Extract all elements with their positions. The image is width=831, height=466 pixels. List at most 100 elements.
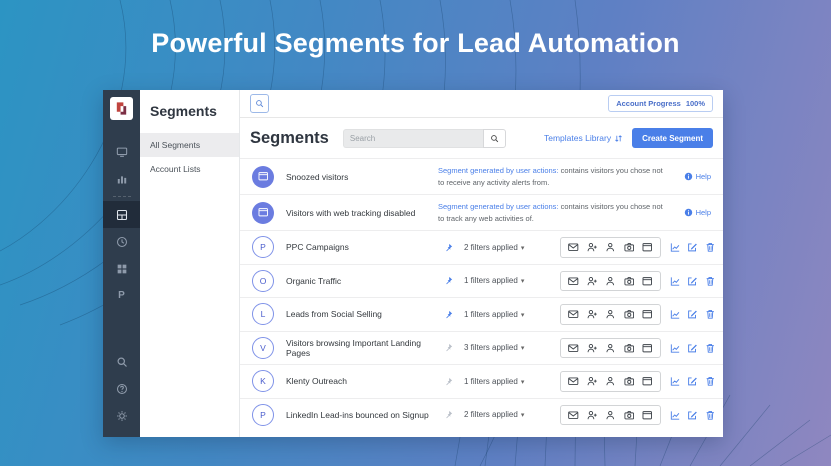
delete-icon[interactable] <box>705 410 716 421</box>
edit-icon[interactable] <box>687 276 698 287</box>
segment-search-submit-button[interactable] <box>482 128 506 148</box>
rail-help-icon[interactable] <box>103 375 140 402</box>
nav-item-account-lists[interactable]: Account Lists <box>140 157 239 181</box>
analytics-icon[interactable] <box>670 276 681 287</box>
analytics-icon[interactable] <box>670 309 681 320</box>
app-logo[interactable] <box>110 97 133 120</box>
nav-panel-title: Segments <box>150 103 217 119</box>
delete-icon[interactable] <box>705 376 716 387</box>
global-search-button[interactable] <box>250 94 269 113</box>
email-icon[interactable] <box>568 376 579 387</box>
window-icon[interactable] <box>642 309 653 320</box>
window-icon[interactable] <box>642 242 653 253</box>
person-icon[interactable] <box>605 242 616 253</box>
delete-icon[interactable] <box>705 276 716 287</box>
delete-icon[interactable] <box>705 343 716 354</box>
pin-icon[interactable] <box>438 343 458 352</box>
edit-icon[interactable] <box>687 410 698 421</box>
window-icon[interactable] <box>642 410 653 421</box>
add-person-icon[interactable] <box>587 242 598 253</box>
email-icon[interactable] <box>568 309 579 320</box>
person-icon[interactable] <box>605 376 616 387</box>
person-icon[interactable] <box>605 309 616 320</box>
person-icon[interactable] <box>605 410 616 421</box>
segment-name: LinkedIn Lead-ins bounced on Signup <box>286 409 429 420</box>
filters-dropdown[interactable]: 2 filters applied ▾ <box>464 243 560 252</box>
filters-dropdown[interactable]: 3 filters applied ▾ <box>464 343 560 352</box>
camera-icon[interactable] <box>624 410 635 421</box>
edit-icon[interactable] <box>687 309 698 320</box>
help-link[interactable]: Help <box>684 172 711 181</box>
segment-row[interactable]: P PPC Campaigns 2 filters applied ▾ <box>240 230 723 264</box>
filters-dropdown[interactable]: 1 filters applied ▾ <box>464 276 560 285</box>
system-segment-row[interactable]: Visitors with web tracking disabled Segm… <box>240 194 723 230</box>
segment-row[interactable]: O Organic Traffic 1 filters applied ▾ <box>240 263 723 298</box>
segment-initial-badge: K <box>252 370 274 393</box>
segments-list: Snoozed visitors Segment generated by us… <box>240 158 723 437</box>
email-icon[interactable] <box>568 343 579 354</box>
edit-icon[interactable] <box>687 242 698 253</box>
add-person-icon[interactable] <box>587 276 598 287</box>
help-link[interactable]: Help <box>684 208 711 217</box>
camera-icon[interactable] <box>624 343 635 354</box>
add-person-icon[interactable] <box>587 376 598 387</box>
rail-p-item[interactable]: P <box>103 282 140 309</box>
create-segment-button[interactable]: Create Segment <box>632 128 713 148</box>
camera-icon[interactable] <box>624 376 635 387</box>
add-person-icon[interactable] <box>587 309 598 320</box>
segment-row[interactable]: K Klenty Outreach 1 filters applied ▾ <box>240 364 723 398</box>
person-icon[interactable] <box>605 343 616 354</box>
analytics-icon[interactable] <box>670 376 681 387</box>
pin-icon[interactable] <box>438 410 458 419</box>
camera-icon[interactable] <box>624 276 635 287</box>
rail-apps-icon[interactable] <box>103 255 140 282</box>
pin-icon[interactable] <box>438 310 458 319</box>
segment-row[interactable]: L Leads from Social Selling 1 filters ap… <box>240 297 723 331</box>
pin-icon[interactable] <box>438 377 458 386</box>
rail-reports-icon[interactable] <box>103 165 140 192</box>
rail-settings-icon[interactable] <box>103 402 140 429</box>
rail-search-icon[interactable] <box>103 348 140 375</box>
email-icon[interactable] <box>568 410 579 421</box>
web-tracking-disabled-icon <box>252 201 274 224</box>
rail-segments-icon[interactable] <box>103 201 140 228</box>
add-person-icon[interactable] <box>587 410 598 421</box>
account-progress-badge[interactable]: Account Progress 100% <box>608 95 713 112</box>
analytics-icon[interactable] <box>670 242 681 253</box>
analytics-icon[interactable] <box>670 343 681 354</box>
pin-icon[interactable] <box>438 243 458 252</box>
window-icon[interactable] <box>642 343 653 354</box>
camera-icon[interactable] <box>624 309 635 320</box>
segments-nav-panel: Segments All Segments Account Lists <box>140 90 240 437</box>
rail-history-icon[interactable] <box>103 228 140 255</box>
edit-icon[interactable] <box>687 343 698 354</box>
delete-icon[interactable] <box>705 242 716 253</box>
window-icon[interactable] <box>642 276 653 287</box>
camera-icon[interactable] <box>624 242 635 253</box>
pin-icon[interactable] <box>438 276 458 285</box>
window-icon[interactable] <box>642 376 653 387</box>
system-segment-row[interactable]: Snoozed visitors Segment generated by us… <box>240 158 723 194</box>
person-icon[interactable] <box>605 276 616 287</box>
row-actions <box>560 404 716 425</box>
filters-dropdown[interactable]: 2 filters applied ▾ <box>464 410 560 419</box>
email-icon[interactable] <box>568 242 579 253</box>
analytics-icon[interactable] <box>670 410 681 421</box>
email-icon[interactable] <box>568 276 579 287</box>
action-group <box>560 337 661 358</box>
blue-actions <box>670 343 716 354</box>
segment-row[interactable]: P LinkedIn Lead-ins bounced on Signup 2 … <box>240 397 723 432</box>
delete-icon[interactable] <box>705 309 716 320</box>
rail-screen-icon[interactable] <box>103 138 140 165</box>
segment-row[interactable]: V Visitors browsing Important Landing Pa… <box>240 330 723 365</box>
edit-icon[interactable] <box>687 376 698 387</box>
rail-divider <box>112 196 131 197</box>
row-actions <box>560 304 715 325</box>
filters-dropdown[interactable]: 1 filters applied ▾ <box>464 310 560 319</box>
blue-actions <box>670 276 716 287</box>
nav-item-all-segments[interactable]: All Segments <box>140 133 239 157</box>
filters-dropdown[interactable]: 1 filters applied ▾ <box>464 377 560 386</box>
segment-search-input[interactable] <box>342 128 483 148</box>
add-person-icon[interactable] <box>587 343 598 354</box>
templates-library-link[interactable]: Templates Library <box>544 133 623 143</box>
